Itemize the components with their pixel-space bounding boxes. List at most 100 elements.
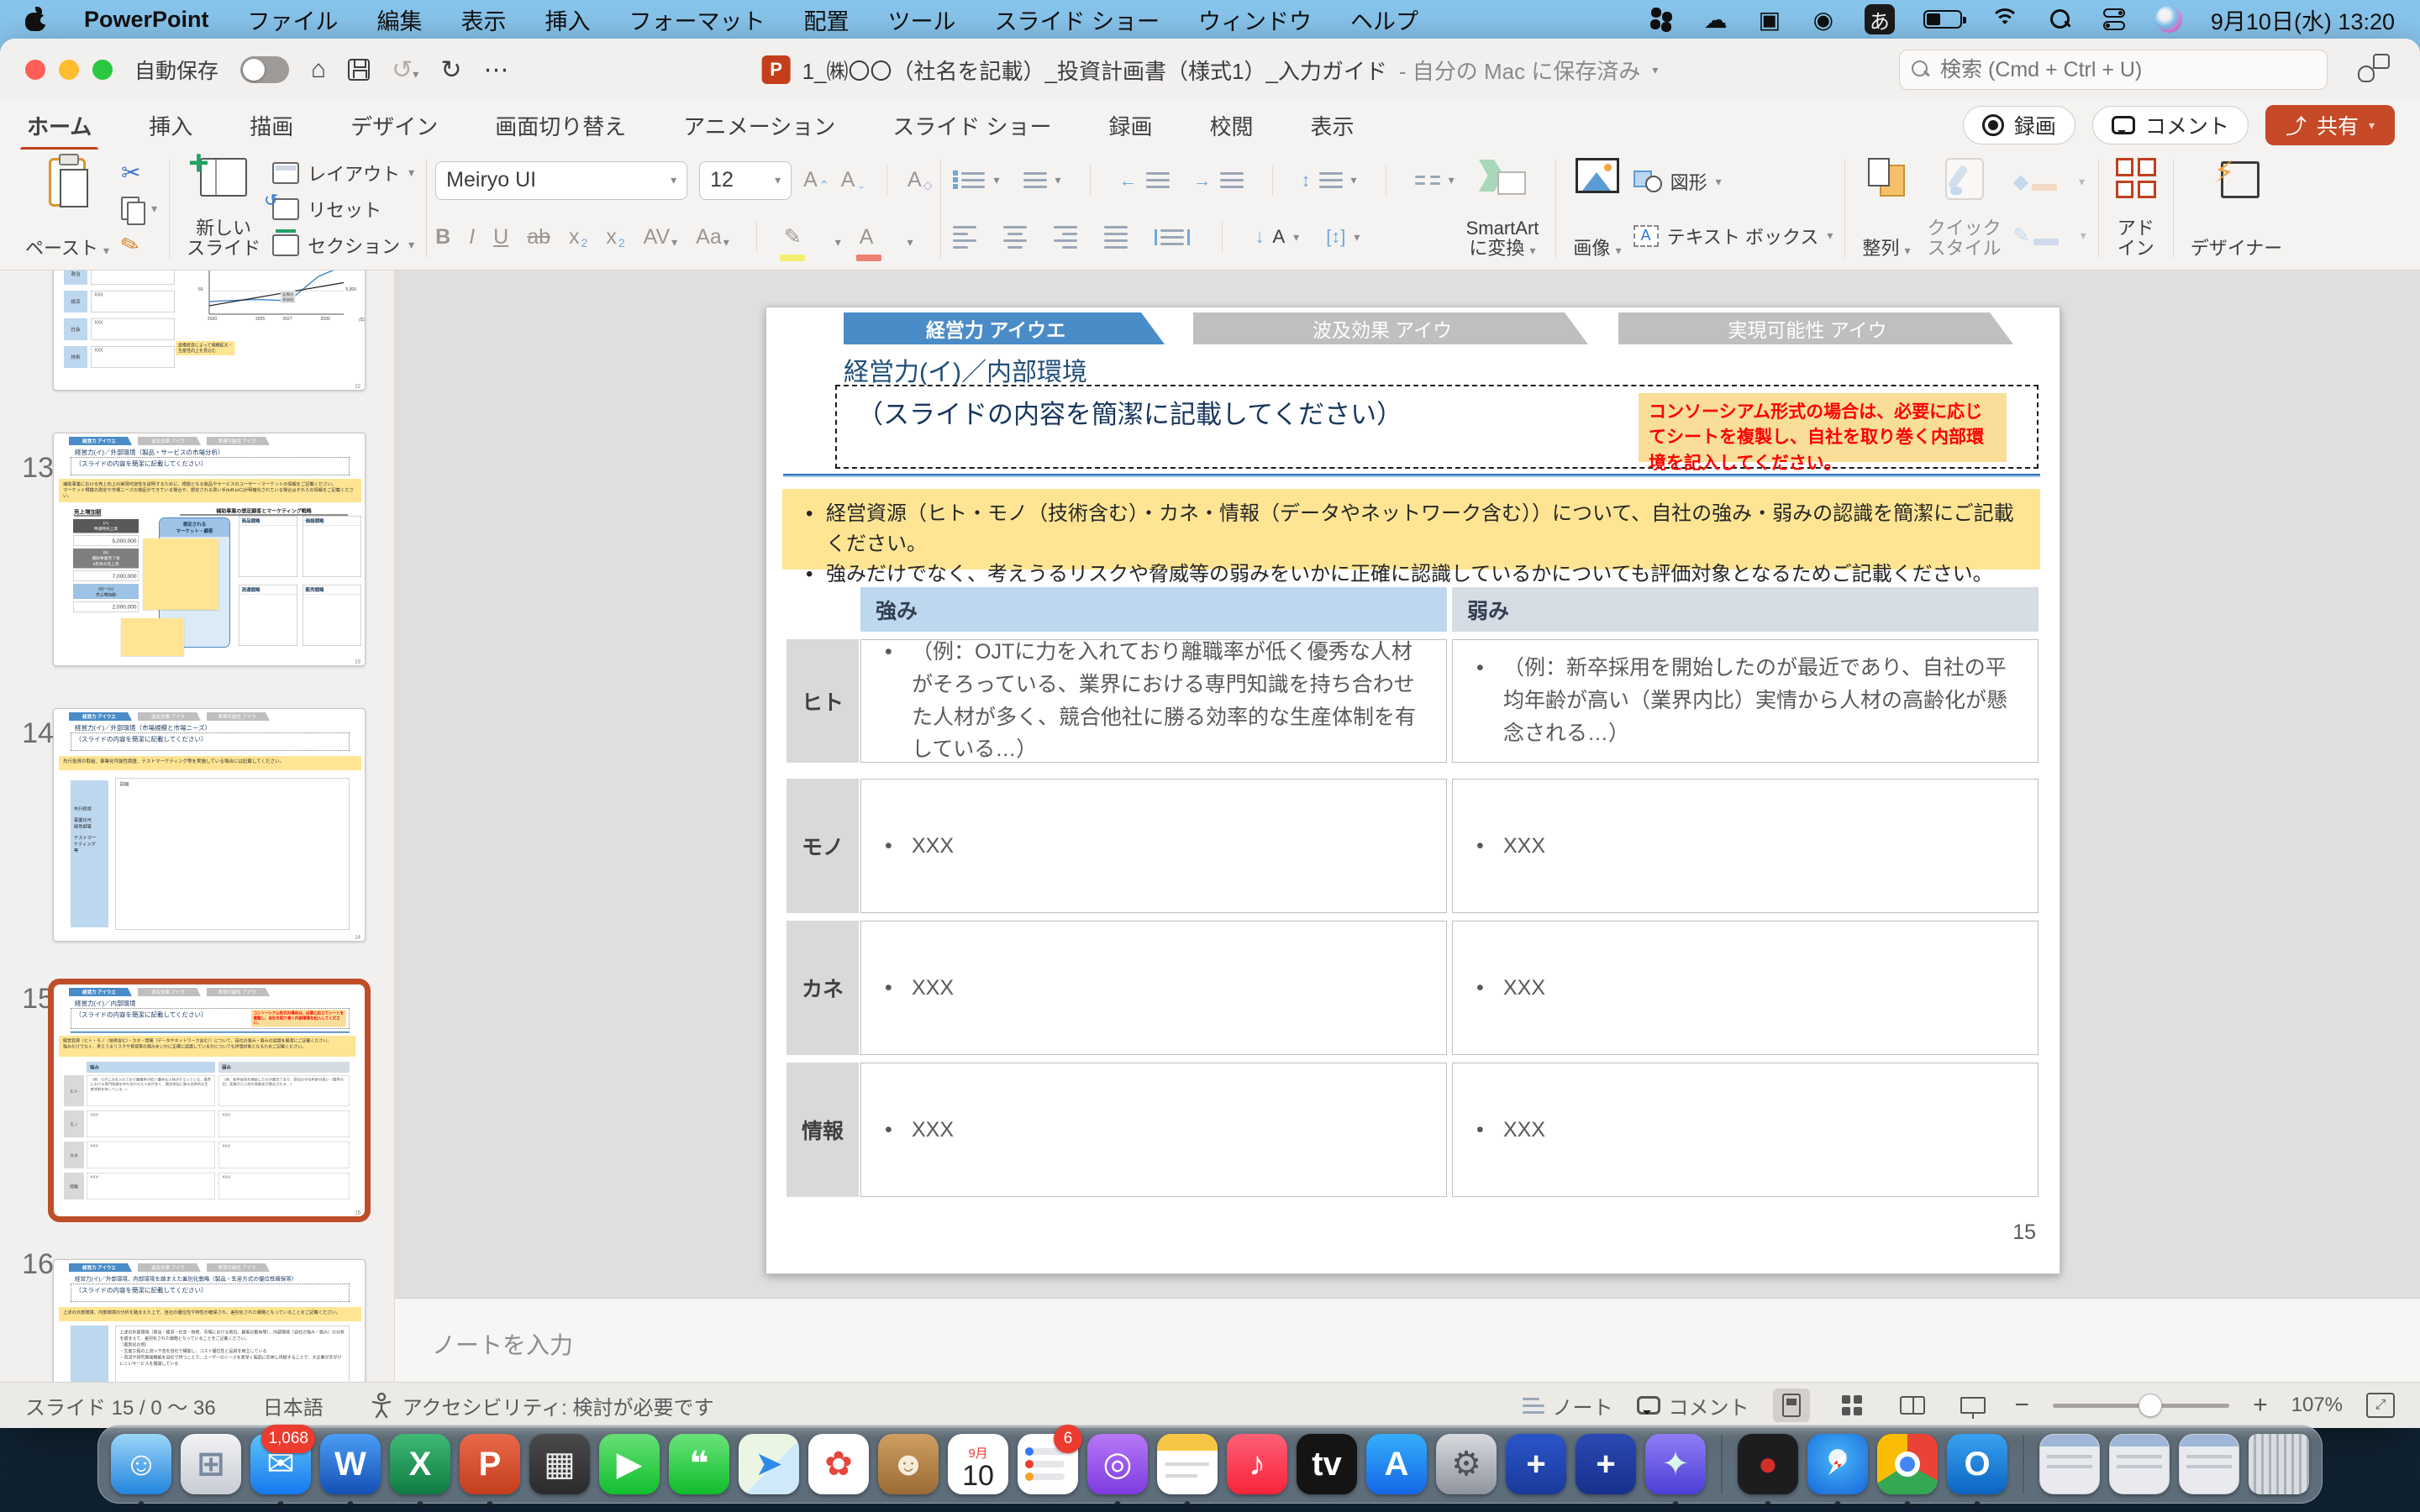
ribbon-tab-スライド ショー[interactable]: スライド ショー xyxy=(891,105,1053,146)
addins-button[interactable]: アド イン xyxy=(2107,155,2165,263)
text-direction-button[interactable]: ↓A▾ xyxy=(1251,221,1302,253)
reading-view-button[interactable] xyxy=(1894,1389,1931,1422)
dock-item-photos[interactable]: ✿ xyxy=(806,1428,871,1500)
comments-toggle-button[interactable]: コメント xyxy=(1637,1391,1749,1420)
app-cluster-icon[interactable] xyxy=(1649,4,1675,34)
zoom-out-button[interactable]: − xyxy=(2015,1391,2030,1420)
layout-button[interactable]: レイアウト▾ xyxy=(269,157,418,189)
zoom-level[interactable]: 107% xyxy=(2291,1394,2343,1417)
dock-item-messages[interactable]: ❝ xyxy=(666,1428,732,1500)
cell-hito-weakness[interactable]: （例：新卒採用を開始したのが最近であり、自社の平均年齢が高い（業界内比）実情から… xyxy=(1452,639,2039,763)
dock-item-podcasts[interactable]: ◎ xyxy=(1085,1428,1150,1500)
thumbnail-slide-16[interactable]: 経営力 アイウエ波及効果 アイウ実現可能性 アイウ 経営力(イ)／外部環境、内部… xyxy=(53,1259,366,1382)
menu-item-file[interactable]: ファイル xyxy=(248,3,339,36)
columns-button[interactable]: ▾ xyxy=(1412,165,1458,197)
dock-item-viewer-3d[interactable]: ✦ xyxy=(1643,1428,1708,1500)
undo-icon[interactable]: ↺▾ xyxy=(392,55,418,85)
dock-item-trash[interactable] xyxy=(2246,1428,2312,1500)
cell-mono-weakness[interactable]: XXX xyxy=(1452,779,2039,913)
more-commands-icon[interactable]: ⋯ xyxy=(483,55,508,85)
dock-item-facetime[interactable]: ▶ xyxy=(597,1428,662,1500)
comments-button[interactable]: コメント xyxy=(2092,106,2249,144)
textbox-button[interactable]: Aテキスト ボックス▾ xyxy=(1630,220,1837,252)
home-icon[interactable]: ⌂ xyxy=(311,55,326,84)
dock-item-chrome[interactable] xyxy=(1875,1428,1940,1500)
arrange-button[interactable]: 整列 ▾ xyxy=(1854,155,1918,263)
siri-icon[interactable] xyxy=(2155,4,2182,34)
decrease-indent-button[interactable]: ← xyxy=(1116,165,1173,197)
play-status-icon[interactable]: ◉ xyxy=(1811,4,1836,34)
slide-placeholder-box[interactable]: （スライドの内容を簡潔に記載してください） コンソーシアム形式の場合は、必要に応… xyxy=(835,385,2039,469)
quick-styles-button[interactable]: クイック スタイル xyxy=(1919,155,2010,263)
font-size-combo[interactable]: 12▾ xyxy=(699,161,792,200)
smartart-button[interactable]: SmartArt に変換 ▾ xyxy=(1458,155,1548,263)
redo-icon[interactable]: ↻ xyxy=(440,55,461,85)
spotlight-icon[interactable] xyxy=(2048,4,2073,34)
share-button[interactable]: ⤴共有▾ xyxy=(2265,105,2395,145)
dock-item-enterprise-app-2[interactable]: + xyxy=(1573,1428,1639,1500)
menu-item-help[interactable]: ヘルプ xyxy=(1350,3,1418,36)
menu-item-insert[interactable]: 挿入 xyxy=(545,3,591,36)
dock-item-word[interactable]: W xyxy=(318,1428,383,1500)
minimize-window-button[interactable] xyxy=(59,60,79,80)
record-button[interactable]: 録画 xyxy=(1963,106,2075,144)
dock-item-enterprise-app-1[interactable]: + xyxy=(1503,1428,1569,1500)
cell-kane-weakness[interactable]: XXX xyxy=(1452,921,2039,1055)
language-indicator[interactable]: 日本語 xyxy=(263,1391,324,1420)
presence-icon[interactable] xyxy=(2356,54,2390,86)
paste-button[interactable]: ペースト ▾ xyxy=(17,155,118,263)
notes-pane[interactable]: ノートを入力 xyxy=(395,1298,2420,1382)
copy-button[interactable]: ▾ xyxy=(118,193,160,225)
reset-button[interactable]: リセット xyxy=(269,193,418,225)
ribbon-tab-挿入[interactable]: 挿入 xyxy=(147,105,194,146)
subscript-button[interactable]: x2 xyxy=(606,225,624,249)
dock-item-window-preview-3[interactable] xyxy=(2176,1428,2242,1500)
document-title[interactable]: P 1_㈱〇〇（社名を記載）_投資計画書（様式1）_入力ガイド - 自分の Ma… xyxy=(762,39,1659,101)
dock-item-notes[interactable] xyxy=(1155,1428,1220,1500)
superscript-button[interactable]: x2 xyxy=(569,225,587,249)
menu-clock[interactable]: 9月10日(水) 13:20 xyxy=(2211,3,2395,36)
bullet-list-button[interactable]: ▾ xyxy=(950,165,1002,197)
dock-item-calculator[interactable]: ▦ xyxy=(527,1428,592,1500)
shape-fill-button[interactable]: ◆▾ xyxy=(2010,165,2090,197)
screen-capture-icon[interactable]: ▣ xyxy=(1757,4,1782,34)
menu-item-tools[interactable]: ツール xyxy=(888,3,956,36)
search-input[interactable] xyxy=(1940,58,2315,82)
slide-canvas[interactable]: 経営力 アイウエ 波及効果 アイウ 実現可能性 アイウ 経営力(イ)／内部環境 … xyxy=(765,307,2060,1274)
align-left-button[interactable] xyxy=(950,221,980,253)
dock-item-dark-app[interactable]: ● xyxy=(1735,1428,1801,1500)
bold-button[interactable]: B xyxy=(435,225,450,249)
consortium-warning-note[interactable]: コンソーシアム形式の場合は、必要に応じてシートを複製し、自社を取り巻く内部環境を… xyxy=(1639,393,2007,462)
zoom-in-button[interactable]: + xyxy=(2253,1391,2268,1420)
section-button[interactable]: セクション▾ xyxy=(269,229,418,261)
insert-image-button[interactable]: 画像 ▾ xyxy=(1565,155,1629,263)
dock-item-finder[interactable]: ☺ xyxy=(108,1428,174,1500)
ribbon-tab-画面切り替え[interactable]: 画面切り替え xyxy=(493,105,628,146)
control-center-icon[interactable] xyxy=(2102,4,2127,34)
line-spacing-button[interactable]: ↕▾ xyxy=(1298,165,1360,197)
zoom-slider-handle[interactable] xyxy=(2139,1394,2162,1417)
slideshow-button[interactable] xyxy=(1954,1389,1991,1422)
dock-item-safari[interactable] xyxy=(1805,1428,1870,1500)
font-color-button[interactable]: A▾ xyxy=(860,225,913,249)
menu-item-arrange[interactable]: 配置 xyxy=(804,3,850,36)
designer-button[interactable]: デザイナー xyxy=(2182,155,2291,263)
cell-hito-strength[interactable]: （例：OJTに力を入れており離職率が低く優秀な人材がそろっている、業界における専… xyxy=(860,639,1447,763)
increase-indent-button[interactable]: → xyxy=(1190,165,1247,197)
dock-item-window-preview-1[interactable] xyxy=(2037,1428,2102,1500)
dock-item-mail[interactable]: ✉1,068 xyxy=(248,1428,313,1500)
cloud-sync-icon[interactable]: ☁ xyxy=(1703,4,1728,34)
italic-button[interactable]: I xyxy=(469,225,475,249)
input-source-icon[interactable]: あ xyxy=(1865,4,1895,34)
cell-joho-weakness[interactable]: XXX xyxy=(1452,1063,2039,1197)
ribbon-tab-デザイン[interactable]: デザイン xyxy=(349,105,439,146)
search-box[interactable] xyxy=(1899,50,2328,90)
shapes-button[interactable]: 図形▾ xyxy=(1630,165,1837,197)
cut-button[interactable]: ✂ xyxy=(118,157,160,189)
align-text-button[interactable]: [↕]▾ xyxy=(1323,221,1363,253)
menu-item-window[interactable]: ウィンドウ xyxy=(1198,3,1312,36)
distribute-button[interactable] xyxy=(1151,221,1193,253)
menu-item-edit[interactable]: 編集 xyxy=(377,3,423,36)
ribbon-tab-ホーム[interactable]: ホーム xyxy=(25,105,93,146)
strikethrough-button[interactable]: ab xyxy=(527,225,550,249)
